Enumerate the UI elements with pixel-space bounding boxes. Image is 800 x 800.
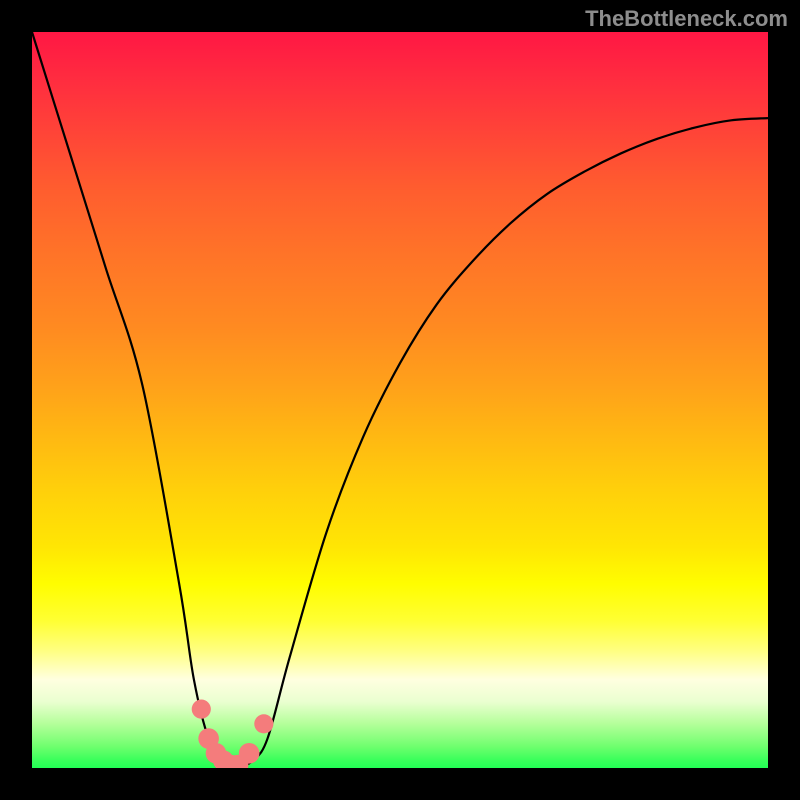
chart-root: TheBottleneck.com [0,0,800,800]
bottleneck-curve [32,32,768,768]
curve-marker [239,743,260,764]
bottleneck-curve-svg [32,32,768,768]
curve-marker [254,714,273,733]
watermark-text: TheBottleneck.com [585,6,788,32]
plot-area [32,32,768,768]
curve-marker [192,700,211,719]
curve-markers [192,700,274,768]
